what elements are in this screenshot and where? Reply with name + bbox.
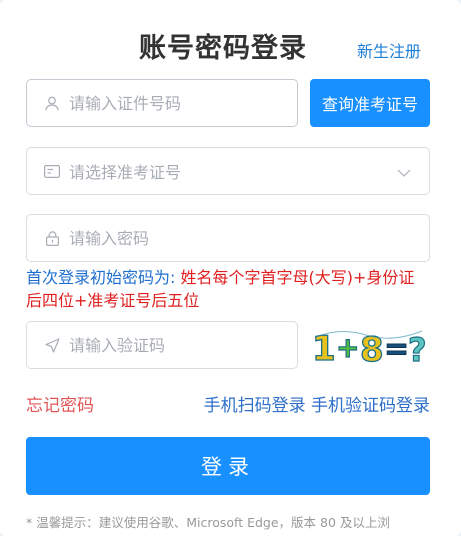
id-number-field[interactable] xyxy=(26,79,298,127)
sms-login-link[interactable]: 手机验证码登录 xyxy=(311,396,430,416)
forgot-password-link[interactable]: 忘记密码 xyxy=(26,391,94,416)
alternative-login-links: 手机扫码登录 手机验证码登录 xyxy=(204,391,430,416)
captcha-field[interactable] xyxy=(26,321,298,369)
password-input[interactable] xyxy=(69,215,429,261)
svg-text:+: + xyxy=(336,331,359,364)
user-icon xyxy=(44,95,60,111)
send-icon xyxy=(44,337,60,353)
register-link[interactable]: 新生注册 xyxy=(357,38,421,62)
query-exam-number-button[interactable]: 查询准考证号 xyxy=(310,79,430,127)
exam-number-placeholder: 请选择准考证号 xyxy=(69,163,182,182)
scan-login-link[interactable]: 手机扫码登录 xyxy=(204,396,306,416)
id-card-icon xyxy=(44,163,60,179)
login-button[interactable]: 登录 xyxy=(26,437,430,495)
svg-text:1: 1 xyxy=(312,329,336,369)
id-number-input[interactable] xyxy=(69,80,297,126)
page-title: 账号密码登录 xyxy=(139,33,307,64)
browser-tip: * 温馨提示：建议使用谷歌、Microsoft Edge，版本 80 及以上浏 xyxy=(26,515,390,530)
captcha-image[interactable]: 1 + 8 = ? xyxy=(310,323,430,371)
notice-prefix: 首次登录初始密码为: xyxy=(26,268,181,287)
lock-icon xyxy=(44,230,60,246)
password-field[interactable] xyxy=(26,214,430,262)
svg-text:8: 8 xyxy=(360,330,384,369)
svg-text:?: ? xyxy=(408,331,427,369)
login-card: 账号密码登录 新生注册 查询准考证号 请选择准考证号 首次登录初始密码为: 姓名… xyxy=(0,0,461,536)
chevron-down-icon xyxy=(397,162,411,181)
captcha-input[interactable] xyxy=(69,322,297,368)
exam-number-select[interactable]: 请选择准考证号 xyxy=(26,147,430,195)
initial-password-notice: 首次登录初始密码为: 姓名每个字首字母(大写)+身份证后四位+准考证号后五位 xyxy=(26,266,430,312)
